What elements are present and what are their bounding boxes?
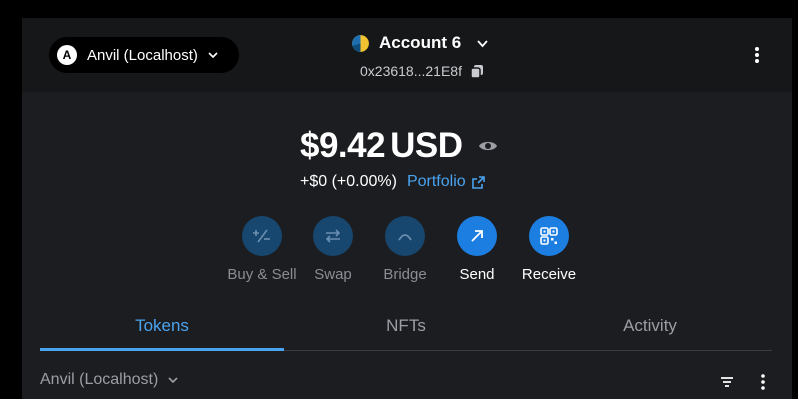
balance-value: $9.42 xyxy=(300,126,386,165)
wallet-window: A Anvil (Localhost) Account 6 0x23618...… xyxy=(22,18,792,399)
send-button[interactable] xyxy=(457,216,497,256)
bridge-label: Bridge xyxy=(383,266,427,283)
balance-change: +$0 (+0.00%) xyxy=(300,173,397,190)
buy-sell-action[interactable]: Buy & Sell xyxy=(222,216,302,283)
eye-icon[interactable] xyxy=(477,135,499,157)
send-arrow-icon xyxy=(471,230,483,242)
token-options-icon[interactable] xyxy=(756,373,770,391)
receive-label: Receive xyxy=(521,266,577,283)
balance-row: $9.42 USD xyxy=(300,126,499,166)
account-selector[interactable]: Account 6 xyxy=(352,31,502,55)
account-address: 0x23618...21E8f xyxy=(360,63,462,79)
balance-change-row: +$0 (+0.00%) Portfolio xyxy=(300,173,486,191)
account-options-icon[interactable] xyxy=(749,45,765,65)
app-header: A Anvil (Localhost) Account 6 0x23618...… xyxy=(22,18,792,92)
send-label: Send xyxy=(459,266,495,283)
asset-tabs: Tokens NFTs Activity xyxy=(40,308,772,351)
tab-activity[interactable]: Activity xyxy=(528,308,772,351)
address-row: 0x23618...21E8f xyxy=(360,63,502,79)
qr-code-icon xyxy=(540,227,558,245)
bridge-icon xyxy=(398,234,412,241)
sort-filter-icon[interactable] xyxy=(719,375,735,389)
chevron-down-icon xyxy=(477,39,488,47)
network-label: Anvil (Localhost) xyxy=(87,46,198,64)
token-network-filter[interactable]: Anvil (Localhost) xyxy=(40,371,180,389)
bridge-action[interactable]: Bridge xyxy=(365,216,445,283)
tab-tokens[interactable]: Tokens xyxy=(40,308,284,351)
portfolio-label: Portfolio xyxy=(406,173,466,190)
swap-icon xyxy=(325,229,341,243)
tab-nfts[interactable]: NFTs xyxy=(284,308,528,351)
account-name: Account 6 xyxy=(379,33,462,52)
account-block: Account 6 0x23618...21E8f xyxy=(352,31,502,79)
buy-sell-button[interactable] xyxy=(242,216,282,256)
portfolio-link[interactable]: Portfolio xyxy=(407,173,486,191)
send-action[interactable]: Send xyxy=(437,216,517,283)
network-avatar: A xyxy=(57,45,77,65)
buy-sell-label: Buy & Sell xyxy=(227,266,297,283)
bridge-button[interactable] xyxy=(385,216,425,256)
network-selector[interactable]: A Anvil (Localhost) xyxy=(49,37,239,73)
buy-sell-icon xyxy=(253,229,270,243)
chevron-down-icon xyxy=(208,52,218,59)
receive-action[interactable]: Receive xyxy=(509,216,589,283)
swap-button[interactable] xyxy=(313,216,353,256)
swap-action[interactable]: Swap xyxy=(293,216,373,283)
swap-label: Swap xyxy=(314,266,352,283)
account-avatar-icon xyxy=(352,34,369,52)
balance-currency: USD xyxy=(390,126,463,165)
external-link-icon xyxy=(471,175,485,189)
receive-button[interactable] xyxy=(529,216,569,256)
chevron-down-icon xyxy=(168,377,178,384)
token-network-label: Anvil (Localhost) xyxy=(40,371,159,388)
copy-icon[interactable] xyxy=(470,64,484,78)
